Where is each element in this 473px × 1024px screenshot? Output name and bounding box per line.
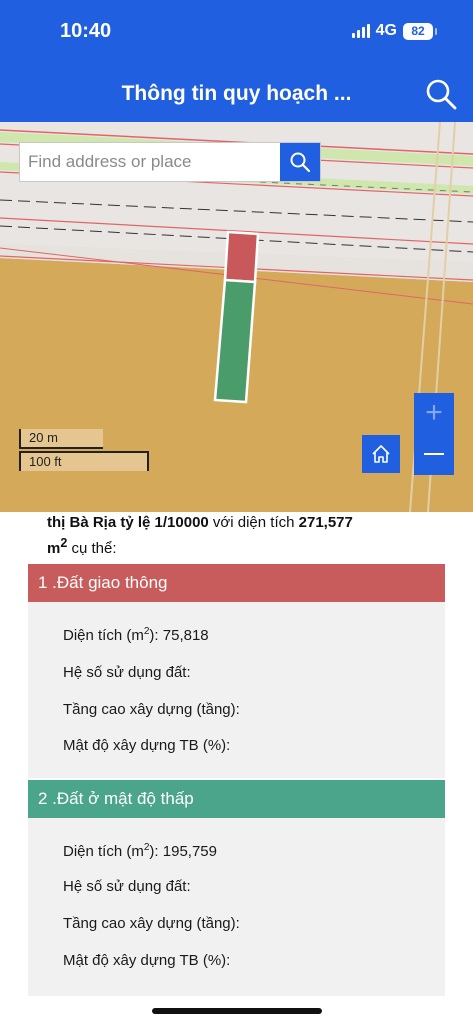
section-traffic-land: 1 .Đất giao thông Diện tích (m2): 75,818… xyxy=(28,564,445,778)
land-use-coef-row: Hệ số sử dụng đất: xyxy=(63,664,191,681)
land-use-coef-row: Hệ số sử dụng đất: xyxy=(63,878,191,895)
status-indicators: 4G 82 xyxy=(351,22,437,40)
map-search-button[interactable] xyxy=(280,143,320,181)
plus-icon: + xyxy=(425,396,443,429)
parcel-traffic[interactable] xyxy=(223,230,260,284)
area-value: 195,759 xyxy=(162,843,217,860)
scale-imperial: 100 ft xyxy=(19,451,149,471)
zoom-out-button[interactable] xyxy=(414,433,454,475)
desc-prefix: thị Bà Rịa tỷ lệ 1/10000 xyxy=(47,514,209,531)
signal-icon xyxy=(351,24,370,38)
zoom-in-button[interactable]: + xyxy=(414,393,454,433)
area-row: Diện tích (m2): 75,818 xyxy=(63,626,209,644)
home-indicator[interactable] xyxy=(152,1008,322,1014)
battery-icon: 82 xyxy=(403,22,437,40)
address-search-input[interactable] xyxy=(20,143,280,181)
home-button[interactable] xyxy=(362,435,400,473)
section-title: 2 .Đất ở mật độ thấp xyxy=(28,780,445,818)
desc-middle: với diện tích xyxy=(208,514,299,531)
area-value: 75,818 xyxy=(162,627,209,644)
section-low-density-residential: 2 .Đất ở mật độ thấp Diện tích (m2): 195… xyxy=(28,780,445,996)
app-header: 10:40 4G 82 Thông tin quy hoạch ... xyxy=(0,0,473,122)
desc-unit: m xyxy=(47,540,61,557)
density-row: Mật độ xây dựng TB (%): xyxy=(63,737,231,754)
network-type: 4G xyxy=(375,22,397,39)
desc-suffix: cụ thể: xyxy=(67,540,117,557)
scale-metric: 20 m xyxy=(19,429,103,449)
floors-row: Tầng cao xây dựng (tầng): xyxy=(63,701,240,718)
area-description: thị Bà Rịa tỷ lệ 1/10000 với diện tích 2… xyxy=(47,513,447,559)
section-title: 1 .Đất giao thông xyxy=(28,564,445,602)
map-search-box xyxy=(19,142,321,182)
search-icon[interactable] xyxy=(425,78,457,110)
home-icon xyxy=(372,445,390,463)
page-title: Thông tin quy hoạch ... xyxy=(121,82,352,105)
status-time: 10:40 xyxy=(60,20,112,42)
minus-icon xyxy=(424,453,444,455)
floors-row: Tầng cao xây dựng (tầng): xyxy=(63,915,240,932)
battery-level: 82 xyxy=(411,23,425,38)
search-icon xyxy=(290,152,311,173)
desc-area: 271,577 xyxy=(298,514,353,531)
planning-map[interactable]: 20 m 100 ft + xyxy=(0,122,473,512)
density-row: Mật độ xây dựng TB (%): xyxy=(63,952,231,969)
area-row: Diện tích (m2): 195,759 xyxy=(63,842,217,860)
